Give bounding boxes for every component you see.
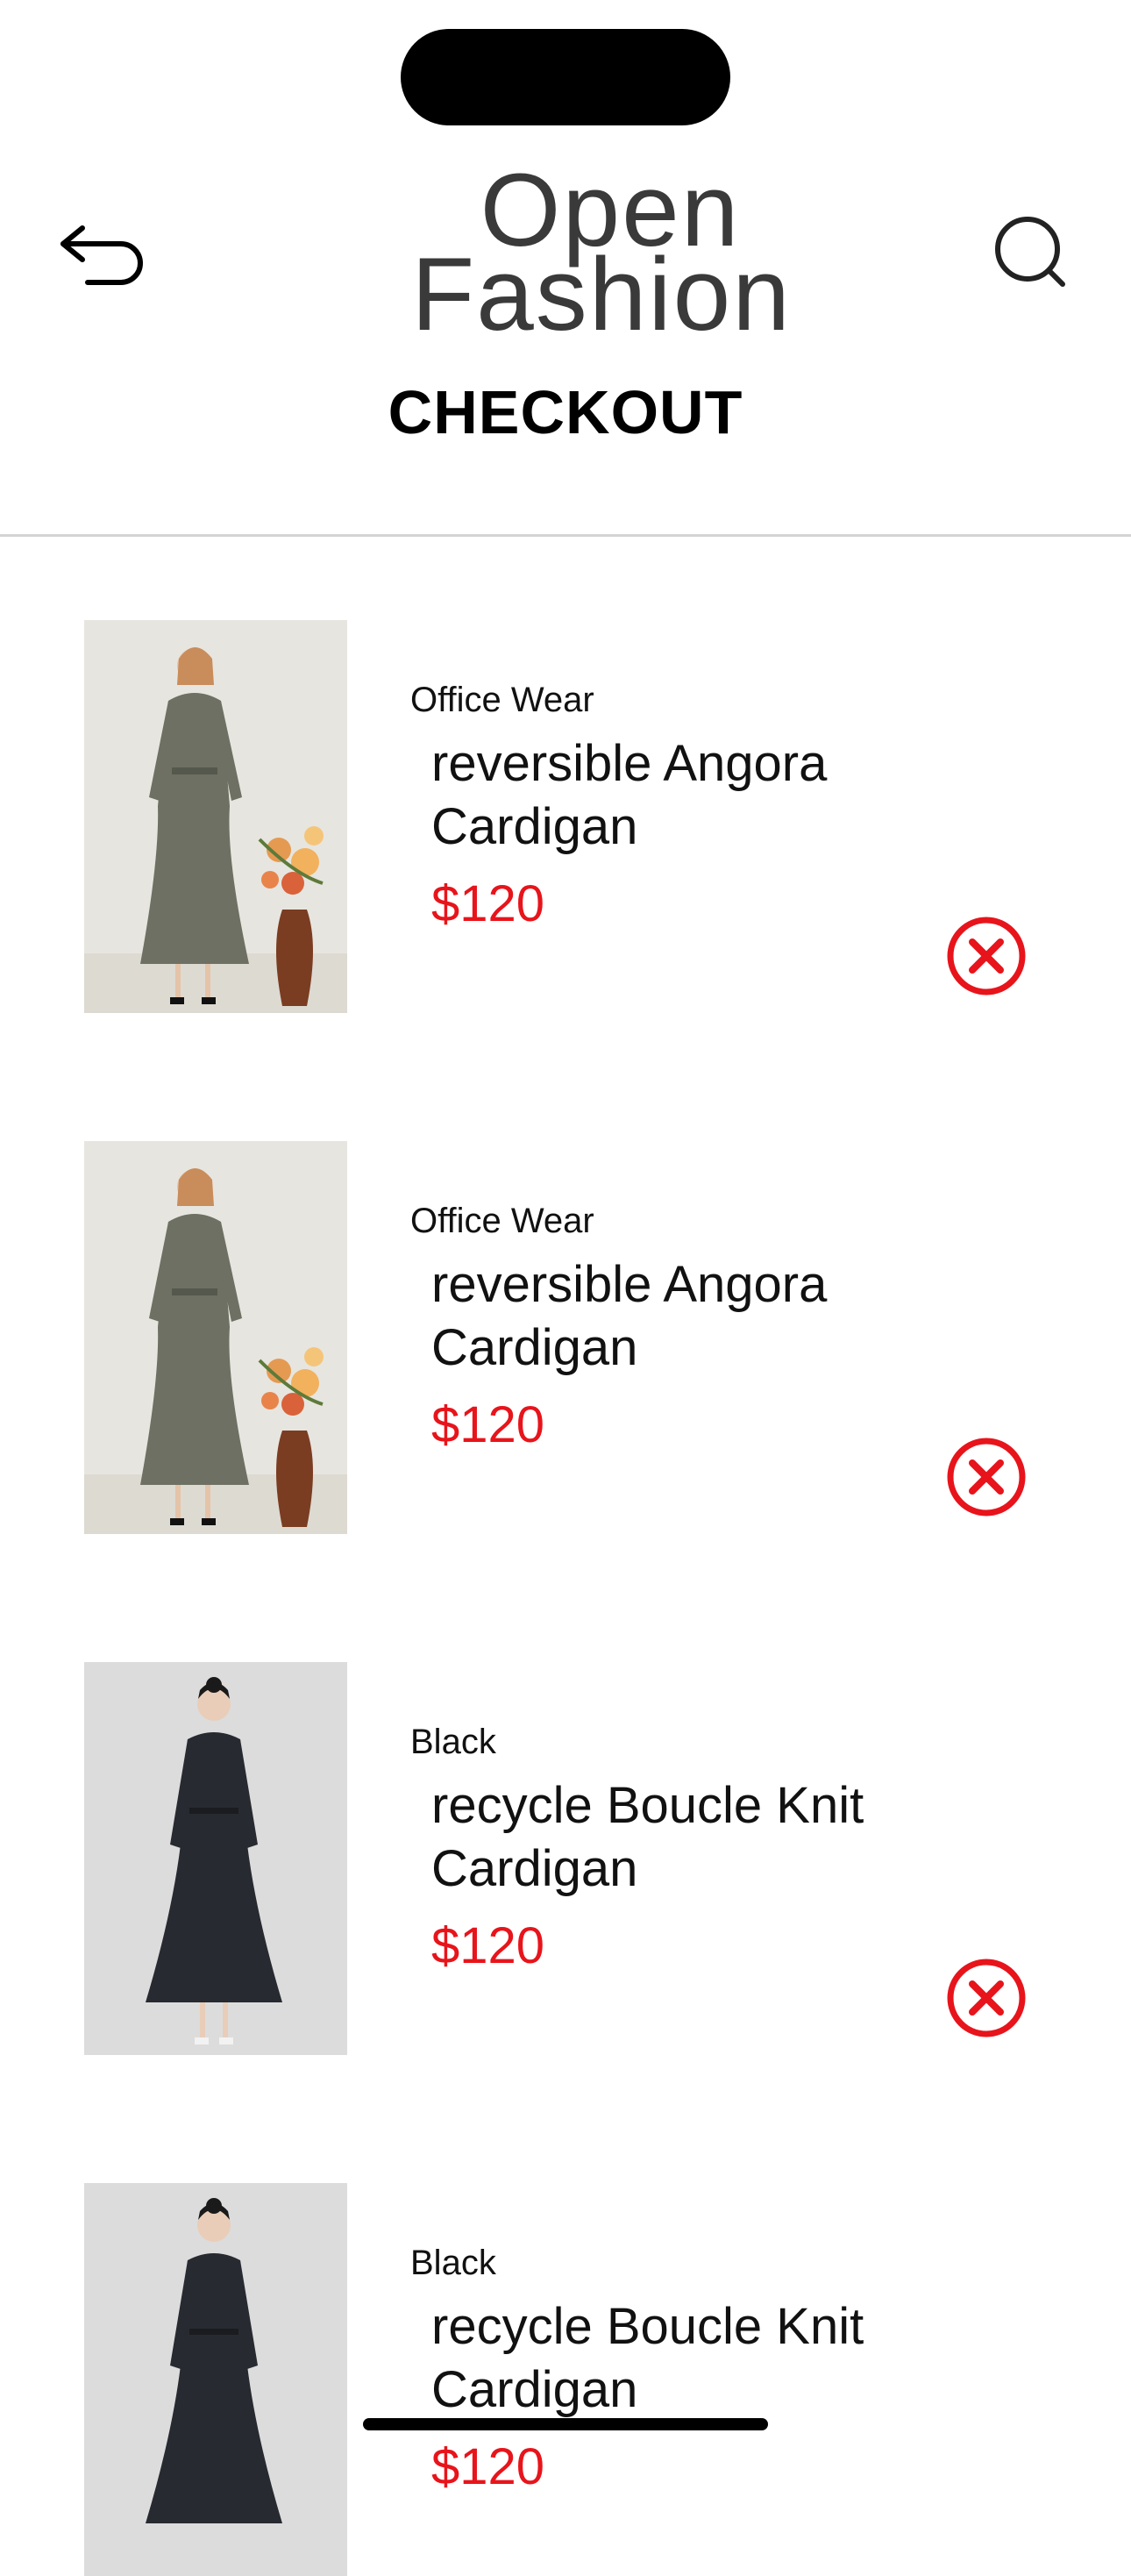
product-image[interactable]: [84, 2183, 347, 2576]
item-price: $120: [431, 1396, 545, 1453]
dynamic-island: [401, 29, 730, 125]
item-category: Office Wear: [410, 681, 594, 719]
logo-line-2: Fashion: [411, 237, 792, 342]
back-button[interactable]: [58, 218, 149, 288]
cart-item: Office Wear reversible Angora Cardigan $…: [0, 1141, 1131, 1545]
remove-item-button[interactable]: [945, 915, 1028, 997]
back-arrow-icon: [60, 225, 143, 285]
open-fashion-logo: Open Fashion: [402, 153, 805, 353]
item-name[interactable]: recycle Boucle Knit Cardigan: [431, 1774, 922, 1901]
product-image[interactable]: [84, 620, 347, 1013]
remove-circle-x-icon: [947, 1438, 1026, 1516]
item-price: $120: [431, 2438, 545, 2495]
header-divider: [0, 534, 1131, 537]
item-name[interactable]: reversible Angora Cardigan: [431, 732, 922, 859]
item-category: Black: [410, 1723, 496, 1761]
item-category: Black: [410, 2244, 496, 2282]
remove-circle-x-icon: [947, 1959, 1026, 2037]
remove-item-button[interactable]: [945, 1436, 1028, 1518]
item-name[interactable]: recycle Boucle Knit Cardigan: [431, 2295, 922, 2422]
search-button[interactable]: [982, 211, 1070, 298]
item-name[interactable]: reversible Angora Cardigan: [431, 1253, 922, 1380]
remove-circle-x-icon: [947, 917, 1026, 995]
page-title: CHECKOUT: [388, 378, 743, 446]
cart-item: Black recycle Boucle Knit Cardigan $120: [0, 2183, 1131, 2576]
item-category: Office Wear: [410, 1202, 594, 1240]
remove-item-button[interactable]: [945, 1957, 1028, 2039]
cart-item: Black recycle Boucle Knit Cardigan $120: [0, 1662, 1131, 2066]
product-image[interactable]: [84, 1662, 347, 2055]
home-indicator[interactable]: [363, 2418, 768, 2430]
search-icon: [995, 217, 1065, 287]
item-price: $120: [431, 1917, 545, 1974]
product-image[interactable]: [84, 1141, 347, 1534]
cart-item: Office Wear reversible Angora Cardigan $…: [0, 620, 1131, 1024]
item-price: $120: [431, 875, 545, 932]
